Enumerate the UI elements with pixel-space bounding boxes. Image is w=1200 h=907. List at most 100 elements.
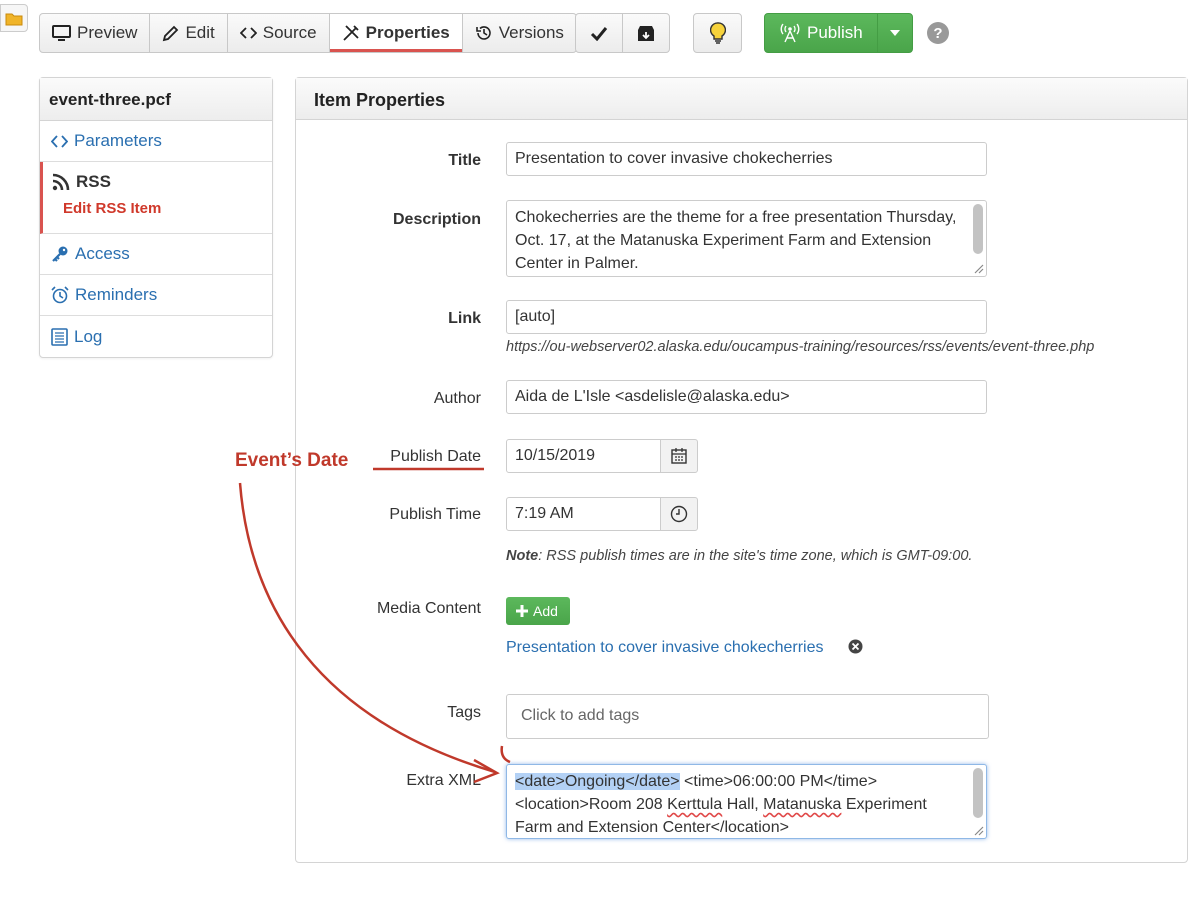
lightbulb-icon bbox=[709, 22, 726, 44]
folder-icon bbox=[5, 13, 23, 25]
tab-versions[interactable]: Versions bbox=[461, 13, 577, 53]
publish-group: Publish bbox=[764, 13, 913, 53]
extra-xml-line-3: Farm and Extension Center</location> bbox=[515, 819, 789, 836]
tab-properties[interactable]: Properties bbox=[328, 13, 463, 53]
help-label: ? bbox=[933, 24, 943, 42]
timezone-note: Note: RSS publish times are in the site'… bbox=[506, 548, 972, 564]
misspelled-word: Kerttula bbox=[667, 796, 723, 813]
rss-icon bbox=[52, 173, 70, 191]
archive-download-icon bbox=[638, 26, 654, 41]
checkmark-icon bbox=[590, 26, 608, 41]
extra-xml-textarea[interactable]: <date>Ongoing</date> <time>06:00:00 PM</… bbox=[506, 764, 987, 839]
archive-button[interactable] bbox=[622, 13, 670, 53]
publish-dropdown-button[interactable] bbox=[876, 13, 913, 53]
selected-date-tag: <date>Ongoing</date> bbox=[515, 773, 680, 790]
help-icon[interactable]: ? bbox=[927, 22, 949, 44]
plus-icon bbox=[516, 605, 528, 617]
alarm-clock-icon bbox=[51, 286, 69, 304]
title-label: Title bbox=[448, 152, 481, 169]
monitor-icon bbox=[52, 24, 71, 41]
title-input[interactable]: Presentation to cover invasive chokecher… bbox=[506, 142, 987, 176]
sidebar-item-parameters[interactable]: Parameters bbox=[40, 121, 272, 162]
key-icon bbox=[52, 246, 68, 262]
link-label: Link bbox=[448, 310, 481, 327]
sidebar-file-name: event-three.pcf bbox=[40, 78, 272, 121]
tools-icon bbox=[343, 25, 359, 41]
media-content-label: Media Content bbox=[376, 600, 481, 617]
sidebar-item-log[interactable]: Log bbox=[40, 316, 272, 357]
tab-edit-label: Edit bbox=[185, 23, 215, 42]
tips-button[interactable] bbox=[693, 13, 742, 53]
tab-source[interactable]: Source bbox=[226, 13, 330, 53]
log-list-icon bbox=[51, 327, 68, 346]
description-text: Chokecherries are the theme for a free p… bbox=[515, 209, 957, 272]
folder-button[interactable] bbox=[0, 4, 28, 32]
history-icon bbox=[475, 26, 491, 40]
tips-group bbox=[693, 13, 742, 53]
resize-grip-icon[interactable] bbox=[972, 824, 984, 836]
xml-time-tag: <time>06:00:00 PM</time> bbox=[679, 773, 878, 790]
sidebar-item-rss-label: RSS bbox=[76, 172, 111, 191]
extra-xml-line-2: <location>Room 208 Kerttula Hall, Matanu… bbox=[515, 793, 962, 816]
tab-source-label: Source bbox=[262, 23, 317, 42]
view-tabs: Preview Edit Source Properties Versions bbox=[39, 13, 577, 53]
publish-button[interactable]: Publish bbox=[764, 13, 878, 53]
media-item-link[interactable]: Presentation to cover invasive chokecher… bbox=[506, 639, 824, 657]
add-media-label: Add bbox=[533, 603, 558, 619]
link-input[interactable]: [auto] bbox=[506, 300, 987, 334]
code-icon bbox=[239, 27, 257, 39]
publish-time-label: Publish Time bbox=[389, 506, 481, 523]
sidebar-subitem-edit-rss-item[interactable]: Edit RSS Item bbox=[52, 200, 272, 217]
tags-label: Tags bbox=[447, 704, 481, 721]
sidebar-item-reminders-label: Reminders bbox=[75, 285, 158, 304]
note-prefix: Note bbox=[506, 548, 539, 564]
resize-grip-icon[interactable] bbox=[972, 262, 984, 274]
sidebar: event-three.pcf Parameters RSS Edit RSS … bbox=[39, 77, 273, 358]
calendar-icon bbox=[671, 448, 687, 464]
sidebar-item-rss[interactable]: RSS Edit RSS Item bbox=[40, 162, 272, 234]
xml-location-start: <location>Room 208 bbox=[515, 796, 668, 813]
sidebar-item-access[interactable]: Access bbox=[40, 234, 272, 275]
pencil-icon bbox=[163, 25, 179, 41]
save-button[interactable] bbox=[575, 13, 623, 53]
calendar-button[interactable] bbox=[660, 439, 698, 473]
time-picker-button[interactable] bbox=[660, 497, 698, 531]
publish-time-input[interactable]: 7:19 AM bbox=[506, 497, 662, 531]
description-label: Description bbox=[392, 211, 481, 228]
tab-versions-label: Versions bbox=[498, 23, 564, 42]
description-scrollbar[interactable] bbox=[973, 204, 983, 254]
author-input[interactable]: Aida de L'Isle <asdelisle@alaska.edu> bbox=[506, 380, 987, 414]
misspelled-word: Matanuska bbox=[763, 796, 842, 813]
publish-date-input[interactable]: 10/15/2019 bbox=[506, 439, 662, 473]
xml-location-mid: Hall, bbox=[722, 796, 764, 813]
add-media-button[interactable]: Add bbox=[506, 597, 570, 625]
tab-properties-label: Properties bbox=[365, 23, 450, 42]
author-label: Author bbox=[433, 390, 481, 407]
sidebar-item-access-label: Access bbox=[75, 244, 130, 263]
sidebar-item-reminders[interactable]: Reminders bbox=[40, 275, 272, 316]
panel-title: Item Properties bbox=[296, 78, 1187, 120]
broadcast-icon bbox=[780, 23, 800, 43]
tags-input[interactable]: Click to add tags bbox=[506, 694, 989, 739]
xml-location-end: Experiment bbox=[841, 796, 927, 813]
publish-date-label: Publish Date bbox=[390, 448, 481, 465]
annotation-label: Event’s Date bbox=[235, 450, 349, 471]
code-icon bbox=[51, 134, 68, 148]
extra-xml-label: Extra XML bbox=[406, 772, 481, 789]
item-properties-panel: Item Properties Title Presentation to co… bbox=[295, 77, 1188, 863]
remove-circle-icon[interactable] bbox=[848, 639, 863, 654]
sidebar-item-log-label: Log bbox=[74, 326, 103, 346]
tab-edit[interactable]: Edit bbox=[149, 13, 228, 53]
extra-xml-scrollbar[interactable] bbox=[973, 768, 983, 818]
publish-label: Publish bbox=[807, 23, 863, 42]
tab-preview-label: Preview bbox=[77, 23, 138, 42]
caret-down-icon bbox=[889, 30, 900, 36]
note-text: : RSS publish times are in the site's ti… bbox=[538, 548, 973, 564]
tab-preview[interactable]: Preview bbox=[39, 13, 151, 53]
clock-icon bbox=[670, 505, 688, 523]
description-textarea[interactable]: Chokecherries are the theme for a free p… bbox=[506, 200, 987, 277]
sidebar-item-parameters-label: Parameters bbox=[74, 131, 162, 150]
link-url: https://ou-webserver02.alaska.edu/oucamp… bbox=[506, 339, 1095, 355]
save-actions bbox=[575, 13, 670, 53]
extra-xml-line-1: <date>Ongoing</date> <time>06:00:00 PM</… bbox=[515, 770, 962, 793]
